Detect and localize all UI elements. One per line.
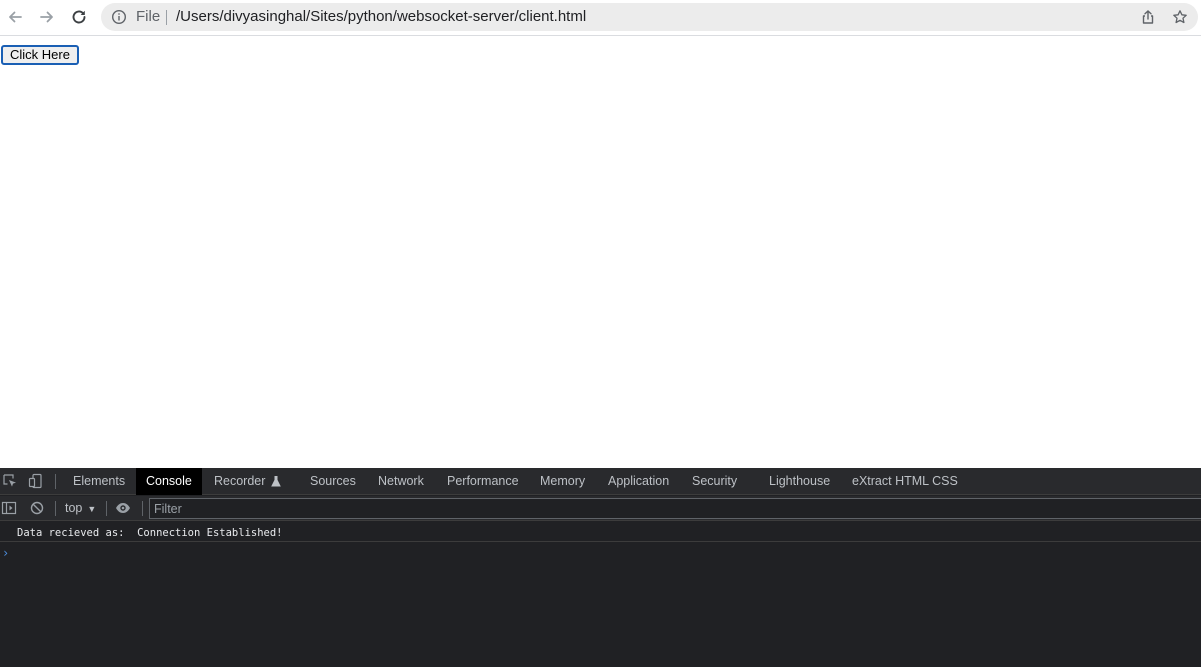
devtools-tab-bar: Elements Console Recorder Sources Networ… bbox=[0, 468, 1201, 495]
tab-security[interactable]: Security bbox=[682, 468, 747, 495]
tabbar-divider bbox=[55, 474, 56, 489]
tab-console[interactable]: Console bbox=[136, 468, 202, 495]
tab-application[interactable]: Application bbox=[598, 468, 679, 495]
arrow-left-icon bbox=[9, 11, 22, 23]
tab-extract-html-css[interactable]: eXtract HTML CSS bbox=[842, 468, 968, 495]
clear-block-icon bbox=[30, 501, 44, 515]
click-here-button[interactable]: Click Here bbox=[1, 45, 79, 65]
live-expression-button[interactable] bbox=[115, 500, 131, 516]
toolbar-divider bbox=[55, 501, 56, 516]
arrow-right-icon bbox=[40, 11, 53, 23]
devtools-panel: Elements Console Recorder Sources Networ… bbox=[0, 468, 1201, 667]
device-mobile-icon bbox=[28, 473, 42, 489]
inspect-element-button[interactable] bbox=[2, 473, 18, 489]
eye-icon bbox=[116, 503, 130, 513]
console-prompt-icon[interactable]: › bbox=[2, 546, 9, 560]
toolbar-divider bbox=[106, 501, 107, 516]
sidebar-toggle-icon bbox=[1, 501, 17, 515]
show-sidebar-button[interactable] bbox=[1, 500, 17, 516]
address-bar[interactable]: File /Users/divyasinghal/Sites/python/we… bbox=[101, 3, 1198, 31]
clear-console-button[interactable] bbox=[29, 500, 45, 516]
console-message: Data recieved as: Connection Established… bbox=[0, 524, 1201, 542]
url-scheme-label: File bbox=[136, 8, 161, 25]
share-icon[interactable] bbox=[1140, 9, 1156, 25]
toolbar-divider bbox=[142, 501, 143, 516]
console-toolbar: top ▼ bbox=[0, 496, 1201, 521]
omnibox-divider bbox=[166, 10, 167, 25]
back-button[interactable] bbox=[3, 5, 27, 29]
browser-toolbar: File /Users/divyasinghal/Sites/python/we… bbox=[0, 0, 1201, 36]
forward-button[interactable] bbox=[35, 5, 59, 29]
filter-input[interactable] bbox=[149, 498, 1201, 519]
context-selector[interactable]: top ▼ bbox=[65, 496, 96, 521]
caret-down-icon: ▼ bbox=[87, 504, 97, 514]
tab-elements[interactable]: Elements bbox=[63, 468, 135, 495]
tab-memory[interactable]: Memory bbox=[530, 468, 595, 495]
reload-icon bbox=[72, 10, 86, 24]
reload-button[interactable] bbox=[67, 5, 91, 29]
tab-sources[interactable]: Sources bbox=[300, 468, 366, 495]
device-toolbar-button[interactable] bbox=[28, 473, 44, 489]
flask-icon bbox=[271, 476, 281, 487]
tab-recorder[interactable]: Recorder bbox=[204, 468, 291, 495]
page-viewport: Click Here bbox=[0, 37, 1201, 468]
info-circle-icon[interactable] bbox=[111, 9, 127, 25]
inspect-cursor-icon bbox=[3, 474, 16, 487]
tab-performance[interactable]: Performance bbox=[437, 468, 529, 495]
tab-lighthouse[interactable]: Lighthouse bbox=[759, 468, 840, 495]
star-icon[interactable] bbox=[1172, 9, 1188, 25]
tab-network[interactable]: Network bbox=[368, 468, 434, 495]
context-label: top bbox=[65, 501, 83, 515]
console-output: Data recieved as: Connection Established… bbox=[0, 522, 1201, 667]
url-text[interactable]: /Users/divyasinghal/Sites/python/websock… bbox=[176, 3, 586, 31]
tab-recorder-label: Recorder bbox=[214, 474, 266, 488]
